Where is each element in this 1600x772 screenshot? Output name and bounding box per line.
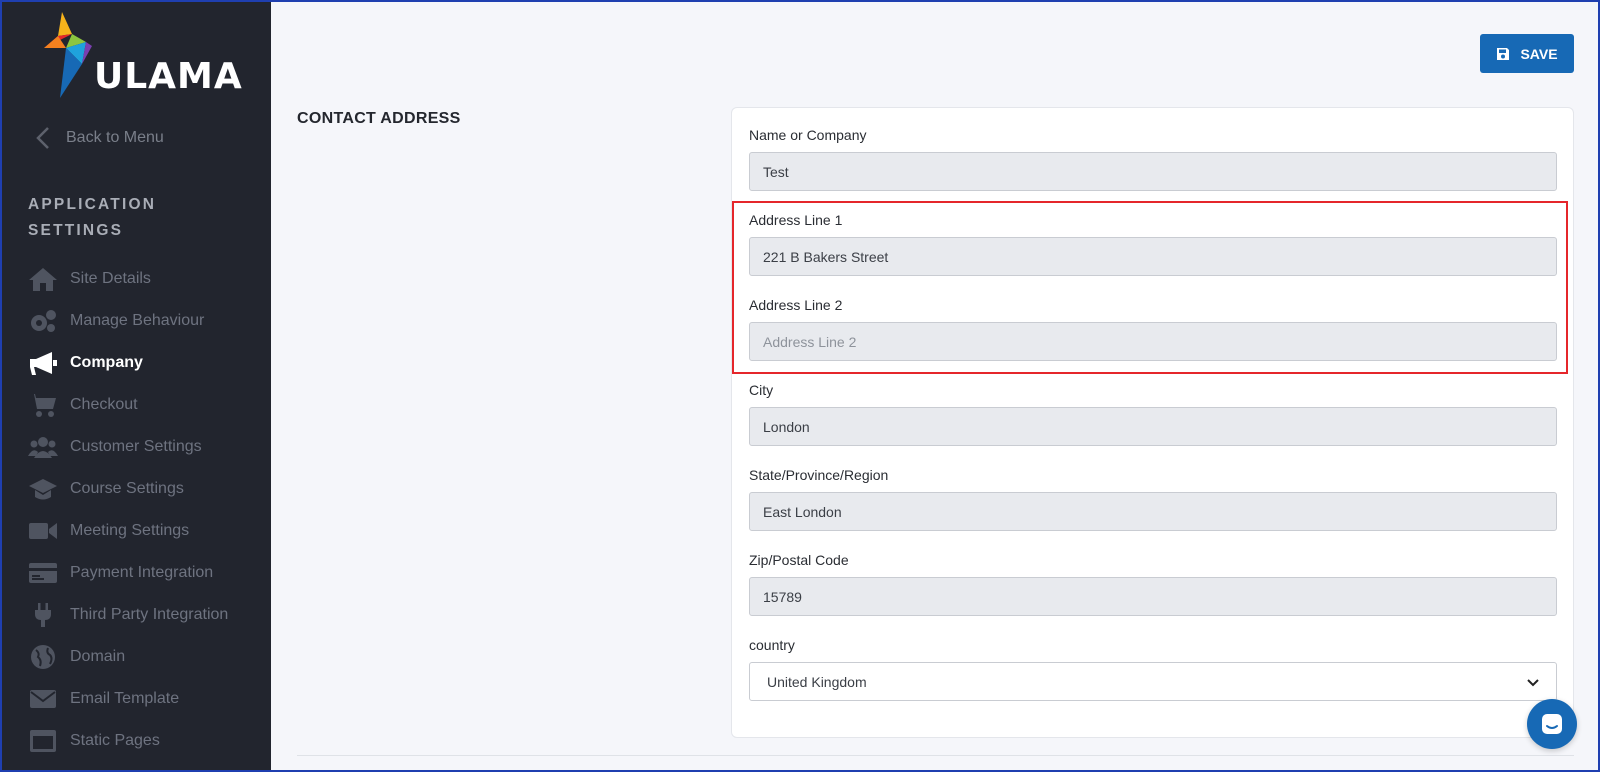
address-line-1-field: Address Line 1 xyxy=(749,212,1559,276)
name-or-company-input[interactable] xyxy=(749,152,1557,191)
country-select[interactable]: United Kingdom xyxy=(749,662,1557,701)
sidebar-item-company[interactable]: Company xyxy=(26,342,266,384)
page-title: CONTACT ADDRESS xyxy=(297,110,461,127)
address-line-1-input[interactable] xyxy=(749,237,1557,276)
city-label: City xyxy=(749,382,774,398)
megaphone-icon xyxy=(26,349,60,377)
address-line-2-input[interactable] xyxy=(749,322,1557,361)
chevron-left-icon xyxy=(36,127,49,149)
sidebar-item-label: Site Details xyxy=(70,270,151,287)
users-icon xyxy=(26,433,60,461)
envelope-icon xyxy=(26,685,60,713)
contact-address-form: Name or Company Address Line 1 Address L… xyxy=(731,107,1574,738)
sidebar-item-course-settings[interactable]: Course Settings xyxy=(26,468,266,510)
sidebar-item-payment-integration[interactable]: Payment Integration xyxy=(26,552,266,594)
ulama-logo: ULAMA xyxy=(36,12,246,107)
state-field: State/Province/Region xyxy=(749,467,1559,531)
gears-icon xyxy=(26,307,60,335)
state-input[interactable] xyxy=(749,492,1557,531)
sidebar-item-checkout[interactable]: Checkout xyxy=(26,384,266,426)
zip-code-input[interactable] xyxy=(749,577,1557,616)
back-to-menu-link[interactable]: Back to Menu xyxy=(34,126,164,150)
sidebar-item-label: Payment Integration xyxy=(70,564,214,581)
name-or-company-label: Name or Company xyxy=(749,127,867,143)
home-icon xyxy=(26,265,60,293)
address-line-1-label: Address Line 1 xyxy=(749,212,843,228)
zip-code-field: Zip/Postal Code xyxy=(749,552,1559,616)
name-or-company-field: Name or Company xyxy=(749,127,1559,191)
sidebar: ULAMA Back to Menu APPLICATION SETTINGS … xyxy=(2,2,271,770)
sidebar-item-domain[interactable]: Domain xyxy=(26,636,266,678)
chat-launcher-button[interactable] xyxy=(1527,699,1577,749)
address-line-2-label: Address Line 2 xyxy=(749,297,843,313)
brand-name: ULAMA xyxy=(94,56,243,97)
city-input[interactable] xyxy=(749,407,1557,446)
zip-code-label: Zip/Postal Code xyxy=(749,552,849,568)
sidebar-item-label: Email Template xyxy=(70,690,180,707)
save-button-label: SAVE xyxy=(1520,45,1558,62)
sidebar-item-meeting-settings[interactable]: Meeting Settings xyxy=(26,510,266,552)
country-label: country xyxy=(749,637,795,653)
sidebar-item-label: Domain xyxy=(70,648,126,665)
sidebar-item-label: Course Settings xyxy=(70,480,184,497)
address-line-2-field: Address Line 2 xyxy=(749,297,1559,361)
floppy-disk-icon xyxy=(1497,47,1510,60)
sidebar-item-label: Customer Settings xyxy=(70,438,202,455)
sidebar-item-label: Third Party Integration xyxy=(70,606,229,623)
state-label: State/Province/Region xyxy=(749,467,889,483)
sidebar-item-label: Manage Behaviour xyxy=(70,312,205,329)
country-selected-value: United Kingdom xyxy=(767,673,867,690)
video-camera-icon xyxy=(26,517,60,545)
sidebar-item-third-party-integration[interactable]: Third Party Integration xyxy=(26,594,266,636)
graduation-cap-icon xyxy=(26,475,60,503)
country-field: country United Kingdom xyxy=(749,637,1559,701)
sidebar-menu: Site Details Manage Behaviour Company Ch… xyxy=(26,258,266,762)
sidebar-item-site-details[interactable]: Site Details xyxy=(26,258,266,300)
sidebar-section-title: APPLICATION SETTINGS xyxy=(28,196,157,239)
sidebar-item-email-template[interactable]: Email Template xyxy=(26,678,266,720)
sidebar-item-label: Checkout xyxy=(70,396,138,413)
chevron-down-icon xyxy=(1527,678,1539,686)
globe-icon xyxy=(26,643,60,671)
section-divider xyxy=(297,755,1574,756)
sidebar-item-manage-behaviour[interactable]: Manage Behaviour xyxy=(26,300,266,342)
sidebar-item-label: Static Pages xyxy=(70,732,160,749)
save-button[interactable]: SAVE xyxy=(1480,34,1574,73)
plug-icon xyxy=(26,601,60,629)
sidebar-item-customer-settings[interactable]: Customer Settings xyxy=(26,426,266,468)
sidebar-item-label: Meeting Settings xyxy=(70,522,190,539)
sidebar-item-static-pages[interactable]: Static Pages xyxy=(26,720,266,762)
back-to-menu-label: Back to Menu xyxy=(66,129,164,146)
chat-icon xyxy=(1542,714,1562,734)
city-field: City xyxy=(749,382,1559,446)
sidebar-item-label: Company xyxy=(70,354,143,371)
window-icon xyxy=(26,727,60,755)
cart-icon xyxy=(26,391,60,419)
credit-card-icon xyxy=(26,559,60,587)
